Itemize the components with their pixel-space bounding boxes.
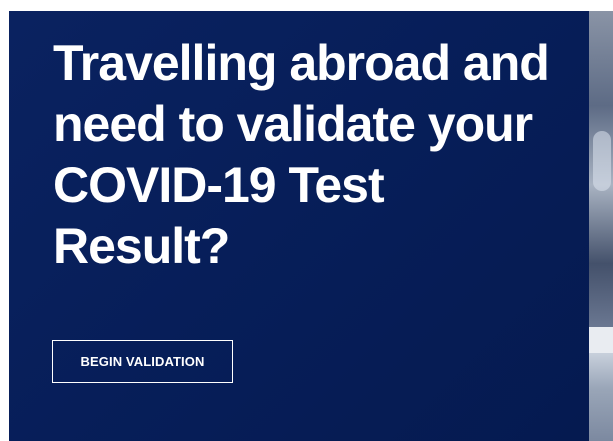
hero-banner: Travelling abroad and need to validate yo…: [9, 11, 589, 441]
headline-line-2: need to validate your: [53, 96, 533, 152]
side-photo-top: [589, 11, 613, 327]
side-divider: [589, 327, 613, 353]
page: Travelling abroad and need to validate yo…: [0, 0, 613, 441]
headline-line-4: Result?: [53, 218, 230, 274]
hero-headline: Travelling abroad and need to validate yo…: [53, 33, 573, 277]
headline-line-1: Travelling abroad and: [53, 35, 550, 91]
photo-highlight: [593, 131, 611, 191]
side-photo-bottom: [589, 353, 613, 441]
headline-line-3: COVID-19 Test: [53, 157, 385, 213]
begin-validation-button[interactable]: BEGIN VALIDATION: [52, 340, 233, 383]
